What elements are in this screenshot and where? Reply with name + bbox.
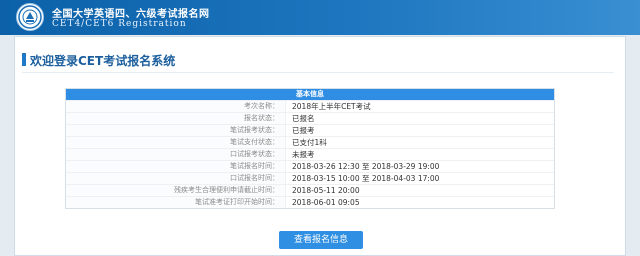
page-title: 欢迎登录CET考试报名系统 <box>30 54 176 68</box>
site-subtitle: CET4/CET6 Registration <box>52 19 187 29</box>
info-label: 考次名称： <box>66 101 286 112</box>
info-label: 残疾考生合理便利申请截止时间： <box>66 185 286 196</box>
info-value: 未报考 <box>292 150 315 159</box>
info-row-written-registration-time: 笔试报名时间： 2018-03-26 12:30 至 2018-03-29 19… <box>66 160 554 172</box>
info-row-accommodation-deadline: 残疾考生合理便利申请截止时间： 2018-05-11 20:00 <box>66 184 554 196</box>
info-value: 已报名 <box>292 114 315 123</box>
info-row-payment-status: 笔试支付状态： 已支付1科 <box>66 136 554 148</box>
info-value: 2018-06-01 09:05 <box>292 198 360 207</box>
site-header: 全国大学英语四、六级考试报名网 CET4/CET6 Registration <box>0 0 640 35</box>
info-row-oral-exam-status: 口试报考状态： 未报考 <box>66 148 554 160</box>
info-row-admission-ticket-print-time: 笔试准考证打印开始时间： 2018-06-01 09:05 <box>66 196 554 208</box>
info-label: 笔试报考状态： <box>66 125 286 136</box>
info-value: 已报考 <box>292 126 315 135</box>
site-logo-icon <box>16 3 44 31</box>
info-label: 笔试准考证打印开始时间： <box>66 197 286 208</box>
info-label: 口试报考状态： <box>66 149 286 160</box>
site-title: 全国大学英语四、六级考试报名网 <box>52 9 210 20</box>
title-divider <box>22 72 614 73</box>
info-row-registration-status: 报名状态： 已报名 <box>66 112 554 124</box>
info-label: 报名状态： <box>66 113 286 124</box>
info-value: 2018-03-26 12:30 至 2018-03-29 19:00 <box>292 162 440 171</box>
info-value: 2018年上半年CET考试 <box>292 102 371 111</box>
info-label: 笔试支付状态： <box>66 137 286 148</box>
info-value: 2018-05-11 20:00 <box>292 186 360 195</box>
info-label: 口试报名时间： <box>66 173 286 184</box>
info-label: 笔试报名时间： <box>66 161 286 172</box>
info-row-written-exam-status: 笔试报考状态： 已报考 <box>66 124 554 136</box>
info-row-exam-name: 考次名称： 2018年上半年CET考试 <box>66 100 554 112</box>
info-value: 2018-03-15 10:00 至 2018-04-03 17:00 <box>292 174 440 183</box>
info-value: 已支付1科 <box>292 138 327 147</box>
info-row-oral-registration-time: 口试报名时间： 2018-03-15 10:00 至 2018-04-03 17… <box>66 172 554 184</box>
welcome-accent-bar <box>22 53 26 66</box>
info-panel-heading: 基本信息 <box>66 89 554 100</box>
basic-info-panel: 基本信息 考次名称： 2018年上半年CET考试 报名状态： 已报名 笔试报考状… <box>65 88 555 209</box>
view-registration-info-button[interactable]: 查看报名信息 <box>279 231 363 249</box>
